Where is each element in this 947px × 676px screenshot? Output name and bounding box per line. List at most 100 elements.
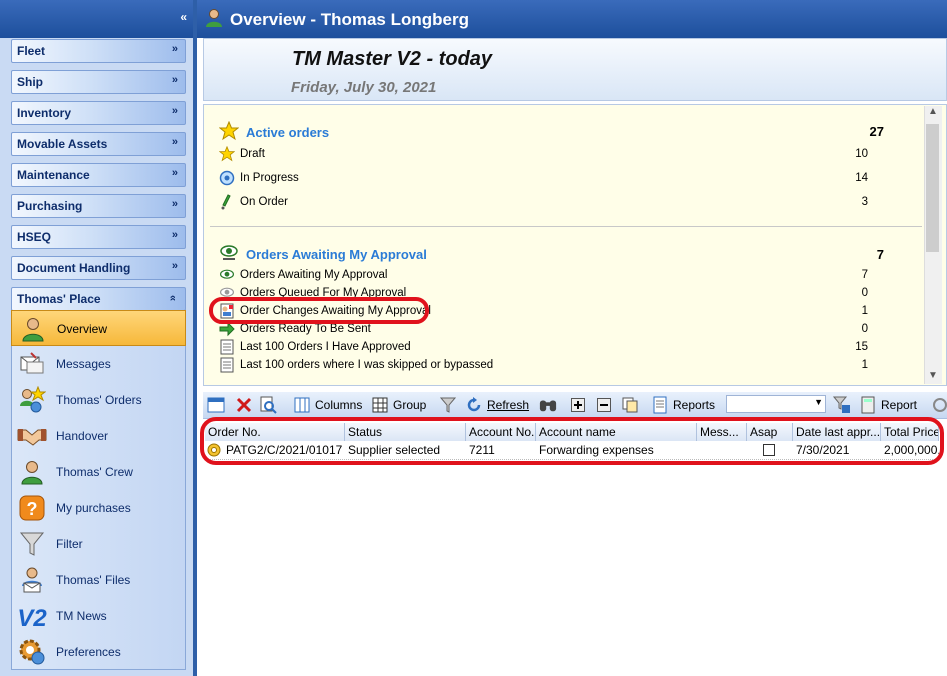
export-button[interactable] (833, 395, 851, 415)
wrench-icon (931, 396, 947, 414)
collapse-button[interactable] (595, 395, 613, 415)
report-button[interactable]: Report (859, 395, 917, 415)
delete-button[interactable] (235, 395, 253, 415)
group-button[interactable]: Group (371, 395, 426, 415)
expand-button[interactable] (569, 395, 587, 415)
chevron-down-icon: » (171, 74, 178, 86)
scrollbar-thumb[interactable] (926, 124, 939, 252)
filter-button[interactable] (439, 395, 457, 415)
nav-item-thomas-orders[interactable]: Thomas' Orders (11, 382, 186, 418)
orders-ready-link[interactable]: Orders Ready To Be Sent (240, 323, 371, 335)
scroll-up-icon[interactable]: ▲ (928, 106, 938, 117)
report-select[interactable]: ▼ (726, 395, 826, 413)
group-ship[interactable]: Ship » (11, 70, 186, 94)
nav-item-overview[interactable]: Overview (11, 310, 186, 346)
person-icon (18, 314, 48, 344)
on-order-count: 3 (861, 196, 868, 208)
dropdown-arrow-icon[interactable]: ▼ (814, 397, 823, 407)
tools-button[interactable] (931, 395, 947, 415)
draft-link[interactable]: Draft (240, 148, 265, 160)
nav-item-label: TM News (56, 609, 107, 623)
draft-count: 10 (855, 148, 868, 160)
group-maintenance[interactable]: Maintenance » (11, 163, 186, 187)
last-approved-link[interactable]: Last 100 Orders I Have Approved (240, 341, 411, 353)
find-button[interactable] (539, 395, 557, 415)
app-header: TM Master V2 - today Friday, July 30, 20… (203, 38, 947, 101)
group-thomas-place[interactable]: Thomas' Place » (11, 287, 186, 311)
orders-awaiting-link[interactable]: Orders Awaiting My Approval (240, 269, 387, 281)
nav-item-thomas-crew[interactable]: Thomas' Crew (11, 454, 186, 490)
group-hseq[interactable]: HSEQ » (11, 225, 186, 249)
minus-icon (595, 396, 613, 414)
app-title: TM Master V2 - today (292, 48, 493, 70)
grid-icon (371, 396, 389, 414)
group-inventory[interactable]: Inventory » (11, 101, 186, 125)
group-label: HSEQ (17, 230, 52, 244)
active-orders-title[interactable]: Active orders (246, 125, 329, 140)
orders-ready-count: 0 (861, 323, 868, 335)
v2-logo-icon: V2 (17, 601, 47, 631)
active-orders-total: 27 (869, 124, 884, 139)
messages-icon (17, 349, 47, 379)
reports-button[interactable]: Reports (651, 395, 715, 415)
chevron-up-icon: » (166, 294, 179, 302)
chevron-down-icon: » (171, 198, 178, 210)
section-divider (210, 226, 922, 227)
refresh-button[interactable]: Refresh (465, 395, 529, 415)
on-order-link[interactable]: On Order (240, 196, 288, 208)
funnel-icon (439, 396, 457, 414)
columns-icon (293, 396, 311, 414)
document-list-icon (219, 339, 235, 355)
group-label: Movable Assets (17, 137, 108, 151)
nav-item-label: Preferences (56, 645, 121, 659)
nav-item-label: Messages (56, 357, 111, 371)
binoculars-icon (539, 396, 557, 414)
awaiting-approval-title[interactable]: Orders Awaiting My Approval (246, 247, 427, 262)
question-icon: ? (17, 493, 47, 523)
nav-item-handover[interactable]: Handover (11, 418, 186, 454)
copy-icon (621, 396, 639, 414)
nav-item-filter[interactable]: Filter (11, 526, 186, 562)
user-icon (204, 8, 224, 31)
plus-icon (569, 396, 587, 414)
new-button[interactable] (207, 395, 225, 415)
copy-button[interactable] (621, 395, 639, 415)
group-fleet[interactable]: Fleet » (11, 39, 186, 63)
nav-item-label: My purchases (56, 501, 131, 515)
group-label: Group (393, 398, 427, 412)
group-document-handling[interactable]: Document Handling » (11, 256, 186, 280)
nav-item-label: Thomas' Files (56, 573, 131, 587)
eye-icon (219, 242, 239, 262)
summary-panel: Active orders 27 Draft 10 In Progress 14… (203, 104, 947, 386)
nav-item-messages[interactable]: Messages (11, 346, 186, 382)
scroll-down-icon[interactable]: ▼ (928, 370, 938, 381)
columns-button[interactable]: Columns (293, 395, 362, 415)
nav-item-tm-news[interactable]: V2 TM News (11, 598, 186, 634)
nav-item-my-purchases[interactable]: ? My purchases (11, 490, 186, 526)
funnel-icon (17, 529, 47, 559)
nav-item-label: Filter (56, 537, 83, 551)
skipped-count: 1 (861, 359, 868, 371)
in-progress-link[interactable]: In Progress (240, 172, 299, 184)
group-movable-assets[interactable]: Movable Assets » (11, 132, 186, 156)
star-icon (219, 121, 239, 141)
order-changes-count: 1 (861, 305, 868, 317)
handshake-icon (17, 421, 47, 451)
gear-icon (17, 637, 47, 667)
nav-item-thomas-files[interactable]: Thomas' Files (11, 562, 186, 598)
skipped-link[interactable]: Last 100 orders where I was skipped or b… (240, 359, 493, 371)
document-list-icon (219, 357, 235, 373)
highlight-ring-grid (200, 417, 944, 465)
nav-item-preferences[interactable]: Preferences (11, 634, 186, 670)
report-label: Report (881, 398, 918, 412)
current-date: Friday, July 30, 2021 (291, 79, 437, 96)
columns-label: Columns (315, 398, 363, 412)
group-purchasing[interactable]: Purchasing » (11, 194, 186, 218)
on-order-icon (219, 194, 235, 210)
navigation-pane-header: « (0, 0, 193, 38)
group-label: Purchasing (17, 199, 83, 213)
group-label: Thomas' Place (17, 292, 101, 306)
group-label: Document Handling (17, 261, 131, 275)
preview-button[interactable] (259, 395, 277, 415)
collapse-pane-icon[interactable]: « (180, 10, 187, 24)
